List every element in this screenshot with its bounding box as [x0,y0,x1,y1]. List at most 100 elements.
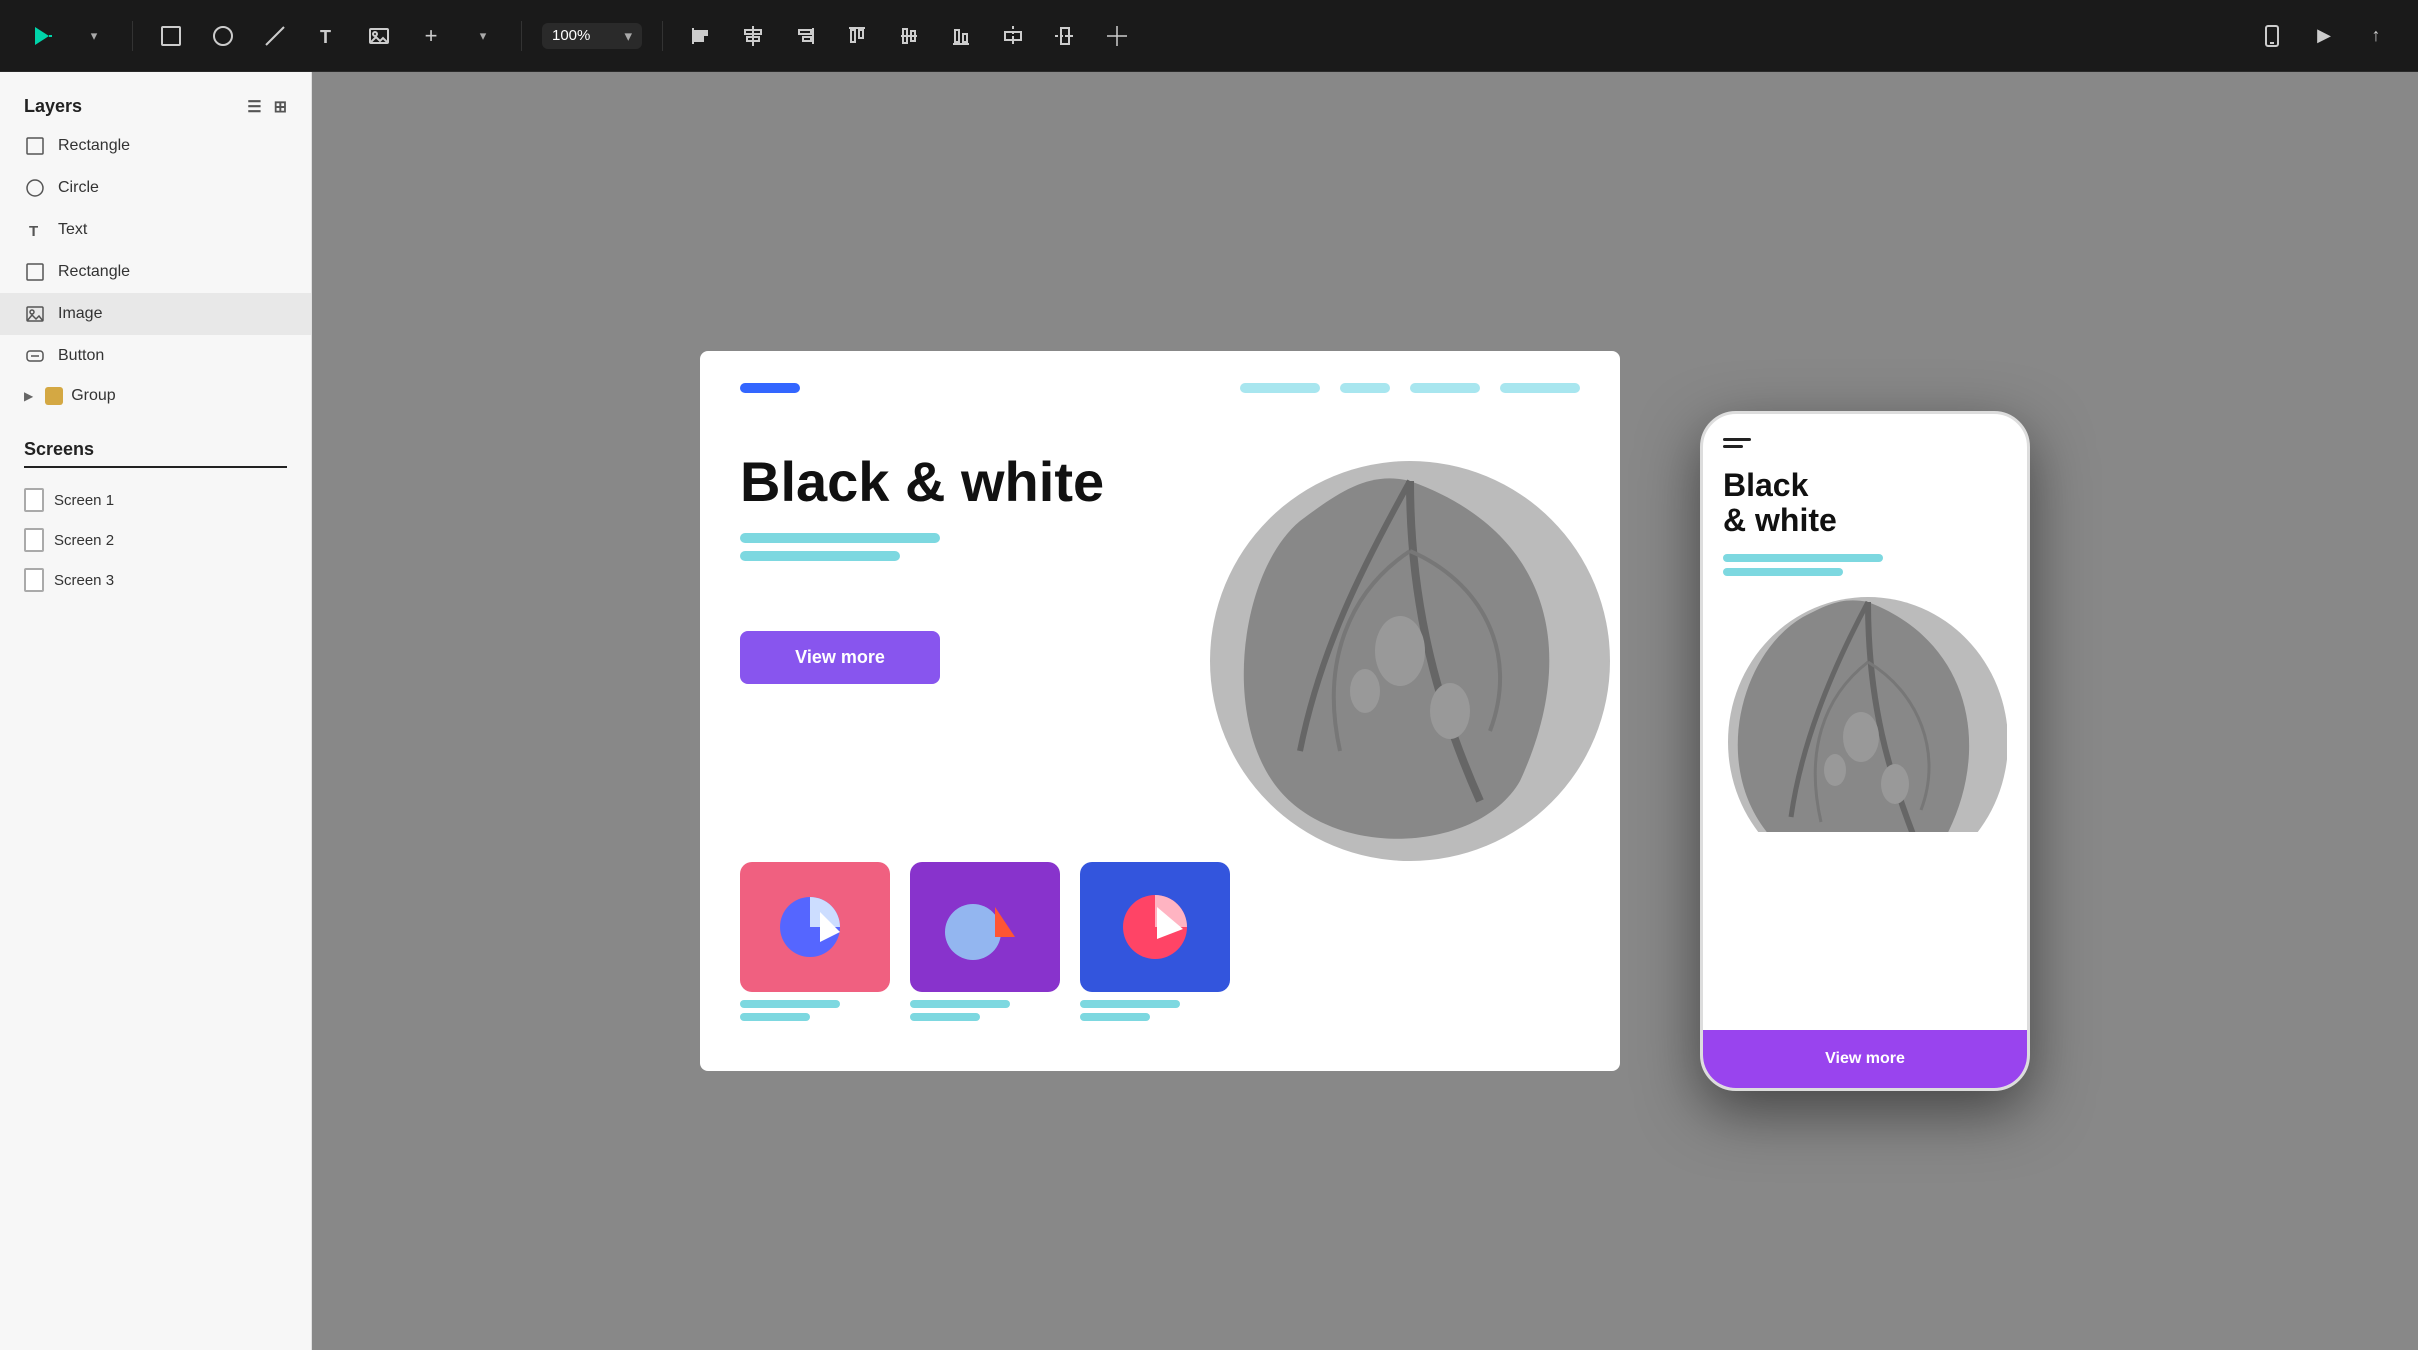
canvas-button-label: View more [795,647,885,668]
divider3 [662,21,663,51]
mobile-leaf-area [1723,592,2007,832]
align-center-h[interactable] [735,18,771,54]
rectangle-layer-icon [24,135,46,157]
canvas-area: Black & white View more [312,72,2418,1350]
divider [132,21,133,51]
card3-line2 [1080,1013,1150,1021]
leaf-svg [1200,451,1620,871]
image-tool[interactable] [361,18,397,54]
card2-chart [935,877,1035,977]
layer-item-button1[interactable]: Button [0,335,311,377]
card2-line1 [910,1000,1010,1008]
screen-item-3[interactable]: Screen 3 [24,560,287,600]
dropdown-arrow[interactable]: ▾ [76,18,112,54]
list-view-icon[interactable]: ☰ [247,97,261,117]
screen-item-2[interactable]: Screen 2 [24,520,287,560]
mobile-view-more-button[interactable]: View more [1703,1030,2027,1088]
layers-icons: ☰ ⊞ [247,97,287,117]
layer-item-image1[interactable]: Image [0,293,311,335]
layer-item-rectangle1[interactable]: Rectangle [0,125,311,167]
upload-icon[interactable]: ↑ [2358,18,2394,54]
screen1-icon [24,488,44,512]
screen1-label: Screen 1 [54,492,114,509]
screens-section: Screens Screen 1 Screen 2 Screen 3 [0,439,311,600]
nav-logo [740,383,800,393]
toolbar: ▾ T + ▾ 100% ▾ [0,0,2418,72]
image-layer-icon [24,303,46,325]
card3-line1 [1080,1000,1180,1008]
mobile-subtitle-lines [1723,554,2007,576]
card1-line1 [740,1000,840,1008]
hamburger-line-2 [1723,445,1743,448]
design-canvas[interactable]: Black & white View more [700,351,1620,1071]
mobile-preview: Black& white [1700,411,2030,1091]
canvas-card-2 [910,862,1060,1021]
svg-text:T: T [320,27,331,47]
svg-text:T: T [29,223,38,239]
layers-section-title: Layers ☰ ⊞ [0,96,311,125]
card1-line2 [740,1013,810,1021]
add-dropdown[interactable]: ▾ [465,18,501,54]
zoom-dropdown-icon[interactable]: ▾ [624,27,632,45]
zoom-value: 100% [552,27,590,44]
card3-labels [1080,1000,1230,1021]
align-horizontal-left[interactable] [683,18,719,54]
layer-item-rectangle2[interactable]: Rectangle [0,251,311,293]
card1-labels [740,1000,890,1021]
rectangle-tool[interactable] [153,18,189,54]
canvas-wrapper: Black & white View more [700,331,2030,1091]
layer-item-group1[interactable]: ▶ Group [0,377,311,415]
layers-title-text: Layers [24,96,82,117]
add-tool[interactable]: + [413,18,449,54]
card-image-2 [910,862,1060,992]
card1-chart [765,877,865,977]
nav-link-3 [1410,383,1480,393]
main-area: Layers ☰ ⊞ Rectangle Circle T Text [0,72,2418,1350]
group-chevron: ▶ [24,389,33,403]
canvas-card-3 [1080,862,1230,1021]
text-layer-icon: T [24,219,46,241]
toolbar-right: ▶ ↑ [2254,18,2394,54]
subtitle-line-1 [740,533,940,543]
screen2-icon [24,528,44,552]
canvas-view-more-button[interactable]: View more [740,631,940,684]
mobile-preview-icon[interactable] [2254,18,2290,54]
select-tool[interactable] [24,18,60,54]
canvas-subtitle [740,533,1104,561]
play-icon[interactable]: ▶ [2306,18,2342,54]
circle-tool[interactable] [205,18,241,54]
text-tool[interactable]: T [309,18,345,54]
sidebar: Layers ☰ ⊞ Rectangle Circle T Text [0,72,312,1350]
mobile-title: Black& white [1723,468,2007,538]
align-right[interactable] [787,18,823,54]
layer-button1-label: Button [58,347,104,365]
fit-to-screen[interactable] [1099,18,1135,54]
align-top[interactable] [839,18,875,54]
line-tool[interactable] [257,18,293,54]
layer-group1-label: Group [71,387,115,405]
canvas-image-area [1200,451,1620,871]
group-folder-icon [45,387,63,405]
zoom-control[interactable]: 100% ▾ [542,23,642,49]
hamburger-line-1 [1723,438,1751,441]
grid-view-icon[interactable]: ⊞ [274,97,287,117]
canvas-card-1 [740,862,890,1021]
card-image-3 [1080,862,1230,992]
align-bottom[interactable] [943,18,979,54]
layer-circle1-label: Circle [58,179,99,197]
distribute-v[interactable] [995,18,1031,54]
canvas-hero-title: Black & white [740,451,1104,513]
canvas-nav [740,383,1580,393]
layer-rectangle2-label: Rectangle [58,263,130,281]
distribute-h[interactable] [1047,18,1083,54]
layer-rectangle1-label: Rectangle [58,137,130,155]
nav-link-4 [1500,383,1580,393]
layer-text1-label: Text [58,221,87,239]
mobile-hamburger-icon[interactable] [1723,438,1751,448]
screen-item-1[interactable]: Screen 1 [24,480,287,520]
nav-link-2 [1340,383,1390,393]
layer-item-text1[interactable]: T Text [0,209,311,251]
nav-links [1240,383,1580,393]
align-middle-v[interactable] [891,18,927,54]
layer-item-circle1[interactable]: Circle [0,167,311,209]
